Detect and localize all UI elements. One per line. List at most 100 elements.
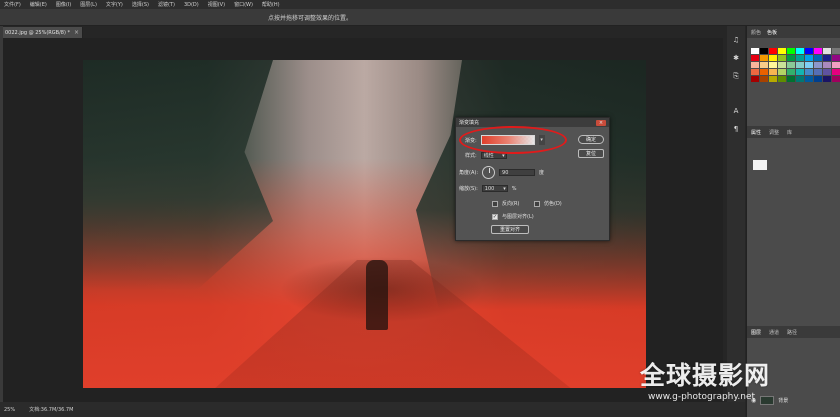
forest-left (83, 60, 273, 290)
color-swatch[interactable] (751, 55, 759, 61)
menu-3d[interactable]: 3D(D) (184, 2, 199, 8)
clone-icon[interactable]: ⎘ (727, 72, 745, 81)
brush-icon[interactable]: ✱ (727, 54, 745, 62)
menu-view[interactable]: 视图(V) (208, 1, 225, 8)
menu-window[interactable]: 窗口(W) (234, 1, 253, 8)
color-swatch[interactable] (787, 69, 795, 75)
color-swatch[interactable] (805, 48, 813, 54)
tab-adjustments[interactable]: 调整 (769, 129, 779, 136)
color-swatch[interactable] (769, 69, 777, 75)
color-swatch[interactable] (778, 62, 786, 68)
color-swatch[interactable] (805, 76, 813, 82)
color-swatch[interactable] (751, 62, 759, 68)
scale-input[interactable]: 100 ▾ (481, 185, 508, 192)
ok-button[interactable]: 确定 (578, 135, 604, 144)
color-swatch[interactable] (778, 55, 786, 61)
color-swatch[interactable] (796, 76, 804, 82)
color-swatch[interactable] (832, 62, 840, 68)
menu-filter[interactable]: 滤镜(T) (158, 1, 175, 8)
color-swatch[interactable] (814, 76, 822, 82)
color-swatch[interactable] (769, 55, 777, 61)
menu-edit[interactable]: 编辑(E) (30, 1, 47, 8)
color-swatch[interactable] (787, 55, 795, 61)
color-swatch[interactable] (805, 55, 813, 61)
color-swatch[interactable] (814, 55, 822, 61)
color-swatch[interactable] (814, 48, 822, 54)
zoom-level: 25% (4, 406, 16, 413)
paragraph-icon[interactable]: ¶ (727, 125, 745, 133)
color-swatch[interactable] (760, 76, 768, 82)
color-swatch[interactable] (805, 69, 813, 75)
dither-checkbox[interactable] (534, 200, 540, 207)
color-swatch[interactable] (751, 69, 759, 75)
reset-alignment-button[interactable]: 重置对齐 (491, 225, 529, 234)
color-swatch[interactable] (787, 76, 795, 82)
color-swatch[interactable] (787, 62, 795, 68)
tab-swatches[interactable]: 色板 (767, 29, 777, 36)
color-swatch[interactable] (823, 48, 831, 54)
canvas-area[interactable] (3, 38, 723, 402)
color-swatch[interactable] (832, 55, 840, 61)
dialog-title-bar[interactable]: 渐变填充 × (456, 118, 609, 127)
menu-image[interactable]: 图像(I) (56, 1, 71, 8)
options-bar: 点按并拖移可调整效果的位置。 (0, 9, 840, 26)
color-swatch[interactable] (823, 55, 831, 61)
tab-color[interactable]: 颜色 (751, 29, 761, 36)
menu-type[interactable]: 文字(Y) (106, 1, 123, 8)
tab-layers[interactable]: 图层 (751, 329, 761, 336)
tab-channels[interactable]: 通道 (769, 329, 779, 336)
history-icon[interactable]: ♫ (727, 36, 745, 44)
menu-file[interactable]: 文件(F) (4, 1, 21, 8)
ok-button-label: 确定 (585, 137, 596, 143)
scale-unit: % (511, 185, 517, 192)
color-swatch[interactable] (751, 48, 759, 54)
dither-label: 仿色(D) (544, 201, 562, 207)
color-swatch[interactable] (805, 62, 813, 68)
color-swatch[interactable] (823, 76, 831, 82)
character-icon[interactable]: A (727, 107, 745, 115)
color-swatch[interactable] (760, 62, 768, 68)
color-swatch[interactable] (751, 76, 759, 82)
color-swatch[interactable] (796, 62, 804, 68)
angle-dial[interactable] (482, 166, 496, 179)
color-swatch[interactable] (769, 62, 777, 68)
color-swatch[interactable] (814, 69, 822, 75)
layers-tabs: 图层 通道 路径 (747, 326, 840, 338)
color-swatch[interactable] (796, 48, 804, 54)
document-tab[interactable]: 0022.jpg @ 25%(RGB/8) * × (3, 27, 83, 38)
color-swatch[interactable] (778, 76, 786, 82)
color-swatch[interactable] (760, 69, 768, 75)
align-checkbox[interactable]: ✓ (492, 213, 498, 220)
reset-button[interactable]: 复位 (578, 149, 604, 158)
tab-paths[interactable]: 路径 (787, 329, 797, 336)
color-swatch[interactable] (832, 48, 840, 54)
angle-input[interactable]: 90 (499, 169, 536, 176)
color-swatch[interactable] (823, 69, 831, 75)
color-swatch[interactable] (769, 48, 777, 54)
color-swatch[interactable] (832, 69, 840, 75)
properties-tabs: 属性 调整 库 (747, 126, 840, 138)
document-info[interactable]: 文档:36.7M/36.7M (29, 406, 73, 413)
color-panel-tabs: 颜色 色板 (747, 26, 840, 38)
menu-help[interactable]: 帮助(H) (262, 1, 280, 8)
color-swatch[interactable] (778, 69, 786, 75)
menu-select[interactable]: 选择(S) (132, 1, 149, 8)
document-tab-title: 0022.jpg @ 25%(RGB/8) * (5, 29, 70, 36)
reverse-checkbox[interactable] (492, 200, 498, 207)
color-swatch[interactable] (769, 76, 777, 82)
color-swatch[interactable] (832, 76, 840, 82)
color-swatch[interactable] (823, 62, 831, 68)
color-swatch[interactable] (760, 55, 768, 61)
color-swatch[interactable] (760, 48, 768, 54)
color-swatch[interactable] (796, 55, 804, 61)
color-swatch[interactable] (796, 69, 804, 75)
color-swatch[interactable] (778, 48, 786, 54)
close-icon[interactable]: × (74, 29, 79, 36)
color-swatch[interactable] (814, 62, 822, 68)
tab-libraries[interactable]: 库 (787, 129, 792, 136)
menu-layer[interactable]: 图层(L) (80, 1, 97, 8)
color-swatch[interactable] (787, 48, 795, 54)
tab-properties[interactable]: 属性 (751, 129, 761, 136)
angle-unit: 度 (539, 170, 545, 176)
dialog-close-button[interactable]: × (596, 119, 606, 126)
